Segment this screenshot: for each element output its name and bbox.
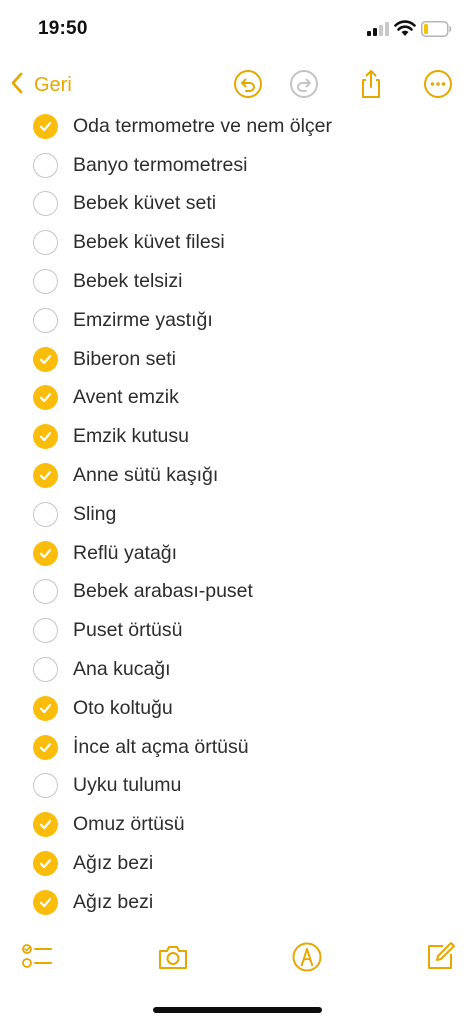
checklist-item: Ağız bezi (0, 844, 474, 883)
checked-checkbox[interactable] (33, 424, 58, 450)
checkmark-icon (39, 897, 52, 907)
checkmark-icon (39, 742, 52, 752)
chevron-left-icon (8, 71, 28, 100)
checkmark-icon (39, 471, 52, 481)
home-indicator (153, 1007, 322, 1013)
checklist-item: Omuz örtüsü (0, 805, 474, 844)
checklist-item: Sling (0, 495, 474, 534)
checklist-item: Oto koltuğu (0, 689, 474, 728)
checklist-item: Banyo termometresi (0, 146, 474, 185)
checkmark-icon (39, 354, 52, 364)
checklist-item-label[interactable]: Oda termometre ve nem ölçer (73, 115, 332, 138)
checkmark-icon (39, 703, 52, 713)
checklist-item-label[interactable]: Emzirme yastığı (73, 309, 213, 332)
checklist-item-label[interactable]: Bebek telsizi (73, 270, 182, 293)
battery-icon (421, 21, 452, 37)
navigation-bar: Geri (0, 62, 474, 108)
checklist-item: İnce alt açma örtüsü (0, 728, 474, 767)
wifi-icon (394, 19, 416, 37)
checklist-item: Reflü yatağı (0, 534, 474, 573)
checklist-item-label[interactable]: Bebek küvet seti (73, 192, 216, 215)
checked-checkbox[interactable] (33, 695, 58, 721)
checklist-item: Bebek telsizi (0, 262, 474, 301)
checklist-item-label[interactable]: Sling (73, 503, 116, 526)
unchecked-checkbox[interactable] (33, 191, 58, 217)
checklist-item: Bebek küvet filesi (0, 223, 474, 262)
status-bar: 19:50 (0, 0, 474, 58)
checklist-item-label[interactable]: Puset örtüsü (73, 619, 182, 642)
checked-checkbox[interactable] (33, 540, 58, 566)
redo-icon[interactable] (289, 68, 319, 100)
share-icon[interactable] (356, 68, 386, 100)
checkmark-icon (39, 393, 52, 403)
cellular-signal-icon (367, 22, 389, 36)
checklist-item-label[interactable]: Reflü yatağı (73, 542, 177, 565)
unchecked-checkbox[interactable] (33, 501, 58, 527)
unchecked-checkbox[interactable] (33, 579, 58, 605)
checklist-item-label[interactable]: Omuz örtüsü (73, 813, 185, 836)
checklist-item: Oda termometre ve nem ölçer (0, 107, 474, 146)
back-button[interactable]: Geri (8, 66, 72, 104)
checked-checkbox[interactable] (33, 734, 58, 760)
more-icon[interactable] (423, 68, 453, 100)
checkmark-icon (39, 548, 52, 558)
checklist-item-label[interactable]: Emzik kutusu (73, 425, 189, 448)
checklist-item-label[interactable]: Oto koltuğu (73, 697, 173, 720)
checklist-item-label[interactable]: Ağız bezi (73, 891, 153, 914)
checkmark-icon (39, 820, 52, 830)
compose-icon[interactable] (423, 940, 457, 974)
checklist-item-label[interactable]: Uyku tulumu (73, 774, 181, 797)
checked-checkbox[interactable] (33, 113, 58, 139)
checklist-item: Bebek arabası-puset (0, 573, 474, 612)
checked-checkbox[interactable] (33, 889, 58, 915)
checkmark-icon (39, 432, 52, 442)
unchecked-checkbox[interactable] (33, 773, 58, 799)
checklist-item-label[interactable]: Bebek arabası-puset (73, 580, 253, 603)
checklist: Oda termometre ve nem ölçer Banyo termome… (0, 107, 474, 922)
checked-checkbox[interactable] (33, 851, 58, 877)
checklist-item: Emzik kutusu (0, 417, 474, 456)
checklist-item-label[interactable]: Bebek küvet filesi (73, 231, 225, 254)
checklist-item: Avent emzik (0, 379, 474, 418)
status-time: 19:50 (38, 18, 88, 39)
camera-icon[interactable] (156, 940, 190, 974)
checkmark-icon (39, 859, 52, 869)
checklist-item: Ana kucağı (0, 650, 474, 689)
unchecked-checkbox[interactable] (33, 618, 58, 644)
checklist-item-label[interactable]: Anne sütü kaşığı (73, 464, 218, 487)
checklist-item-label[interactable]: Biberon seti (73, 348, 176, 371)
checklist-item-label[interactable]: Ana kucağı (73, 658, 171, 681)
unchecked-checkbox[interactable] (33, 657, 58, 683)
checklist-item-label[interactable]: Ağız bezi (73, 852, 153, 875)
markup-pen-icon[interactable] (290, 940, 324, 974)
checklist-item: Emzirme yastığı (0, 301, 474, 340)
checklist-item-label[interactable]: Avent emzik (73, 386, 179, 409)
unchecked-checkbox[interactable] (33, 230, 58, 256)
checked-checkbox[interactable] (33, 385, 58, 411)
unchecked-checkbox[interactable] (33, 269, 58, 295)
checkmark-icon (39, 121, 52, 131)
checklist-item: Biberon seti (0, 340, 474, 379)
checklist-item: Puset örtüsü (0, 611, 474, 650)
checklist-icon[interactable] (20, 940, 54, 974)
checklist-item: Bebek küvet seti (0, 185, 474, 224)
checklist-item-label[interactable]: İnce alt açma örtüsü (73, 736, 249, 759)
checklist-item: Uyku tulumu (0, 767, 474, 806)
back-label: Geri (34, 73, 72, 96)
undo-icon[interactable] (233, 68, 263, 100)
checklist-item: Ağız bezi (0, 883, 474, 922)
checklist-item-label[interactable]: Banyo termometresi (73, 154, 247, 177)
checked-checkbox[interactable] (33, 346, 58, 372)
checklist-item: Anne sütü kaşığı (0, 456, 474, 495)
checked-checkbox[interactable] (33, 463, 58, 489)
checked-checkbox[interactable] (33, 812, 58, 838)
unchecked-checkbox[interactable] (33, 152, 58, 178)
unchecked-checkbox[interactable] (33, 307, 58, 333)
bottom-toolbar (0, 936, 474, 980)
